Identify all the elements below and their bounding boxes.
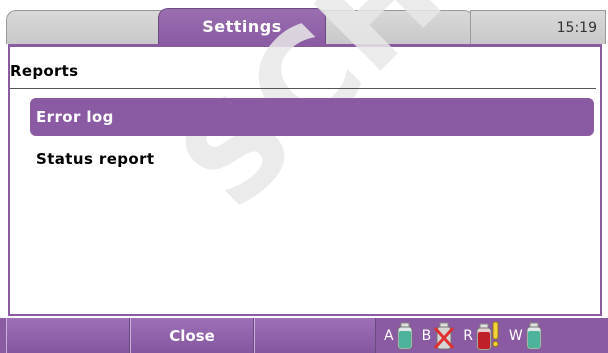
tab-middle-empty[interactable] bbox=[322, 10, 474, 44]
tab-left-empty[interactable] bbox=[6, 10, 164, 44]
bottle-ok-icon bbox=[396, 322, 414, 350]
bottle-status-area: A B R W bbox=[376, 318, 608, 353]
close-button[interactable]: Close bbox=[130, 318, 254, 353]
tab-settings[interactable]: Settings bbox=[158, 8, 326, 44]
clock-tab: 15:19 bbox=[470, 10, 606, 44]
clock-text: 15:19 bbox=[556, 19, 597, 36]
tab-bar: 15:19 Settings bbox=[0, 0, 608, 44]
bottle-missing-icon bbox=[433, 322, 455, 350]
bottle-b-letter: B bbox=[421, 327, 432, 344]
bottle-w: W bbox=[509, 322, 543, 350]
bottle-a: A bbox=[384, 322, 414, 350]
list-item-status-report[interactable]: Status report bbox=[30, 140, 594, 178]
list-item-error-log[interactable]: Error log bbox=[30, 98, 594, 136]
list-item-label: Status report bbox=[36, 150, 155, 168]
bottle-r-letter: R bbox=[463, 327, 473, 344]
close-button-label: Close bbox=[169, 326, 215, 345]
bottle-a-letter: A bbox=[384, 327, 394, 344]
bottle-w-letter: W bbox=[508, 327, 523, 344]
section-title: Reports bbox=[10, 62, 79, 80]
tab-settings-label: Settings bbox=[202, 17, 282, 36]
bottle-b: B bbox=[422, 322, 456, 350]
softkey-right[interactable] bbox=[254, 318, 376, 353]
bottle-warning-icon bbox=[475, 321, 501, 351]
list-item-label: Error log bbox=[36, 108, 114, 126]
main-panel bbox=[8, 44, 602, 316]
softkey-left[interactable] bbox=[6, 318, 130, 353]
bottle-ok-icon bbox=[525, 322, 543, 350]
bottle-r: R bbox=[463, 321, 501, 351]
section-divider bbox=[10, 88, 596, 89]
